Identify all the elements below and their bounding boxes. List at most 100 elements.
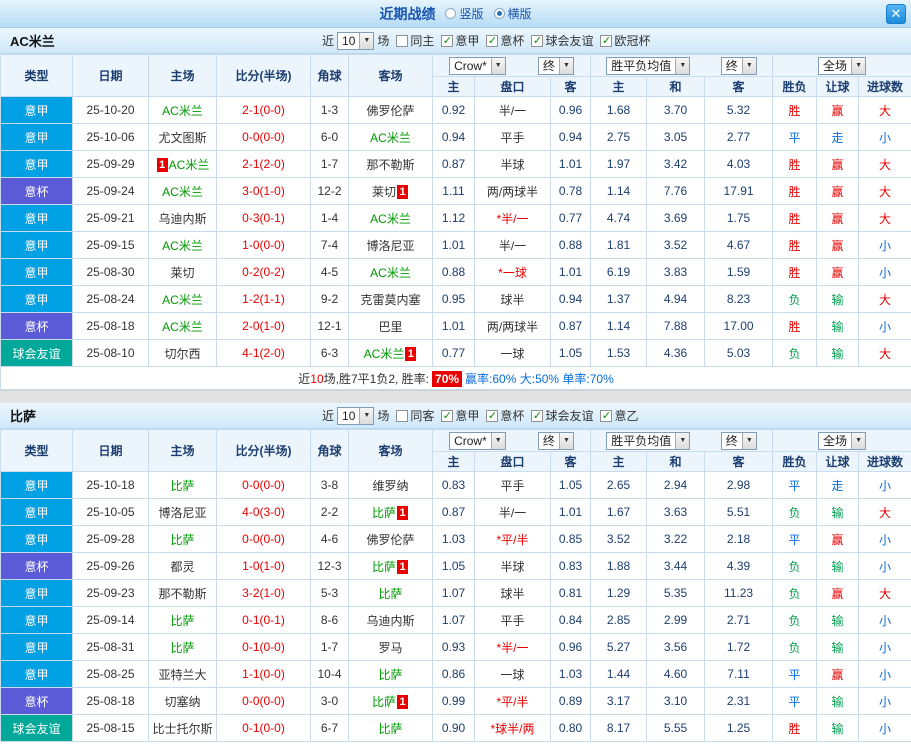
team-header-bar: AC米兰近 10 ▼ 场同主 ✓ 意甲 ✓ 意杯 ✓ 球会友谊 ✓ 欧冠杯 (0, 28, 911, 54)
league-filter-checkbox[interactable]: ✓ 欧冠杯 (600, 32, 650, 49)
league-type: 意杯 (0, 687, 73, 715)
checkbox-checked-icon[interactable]: ✓ (486, 409, 499, 422)
same-venue-checkbox[interactable]: 同主 (396, 32, 434, 49)
match-count-select[interactable]: 10 ▼ (337, 31, 375, 50)
avg-away-odds: 17.91 (704, 177, 774, 205)
handicap-result: 输 (816, 498, 860, 526)
radio-vertical-layout[interactable]: 竖版 (445, 5, 484, 22)
goals-result: 大 (858, 498, 911, 526)
header-select[interactable]: Crow* ▼ (449, 56, 506, 75)
select-group-inner: Crow* ▼ 终 ▼ (434, 431, 590, 450)
header-select[interactable]: 胜平负均值 ▼ (606, 431, 691, 450)
select-value: 全场 (823, 59, 848, 73)
league-filter-checkbox[interactable]: ✓ 球会友谊 (531, 32, 593, 49)
column-header: 进球数 (858, 451, 911, 472)
corner-score: 1-4 (310, 204, 349, 232)
crow-away-odds: 1.05 (549, 471, 592, 499)
same-venue-checkbox[interactable]: 同客 (396, 407, 434, 424)
table-row: 意杯 25-08-18 切塞纳 0-0(0-0) 3-0 比萨 1 0.99 *平/半 0.89 3… (0, 687, 911, 715)
win-loss-result: 胜 (772, 714, 818, 742)
away-team: 罗马 (348, 633, 433, 661)
column-header: 主 (432, 451, 475, 472)
team-name: 比萨 (10, 409, 37, 424)
checkbox-checked-icon[interactable]: ✓ (486, 34, 499, 47)
avg-away-odds: 1.25 (704, 714, 774, 742)
column-header: 胜负 (772, 76, 818, 97)
away-team: 博洛尼亚 (348, 231, 433, 259)
checkbox-checked-icon[interactable]: ✓ (441, 34, 454, 47)
header-select[interactable]: 终 ▼ (720, 431, 757, 450)
header-select[interactable]: 胜平负均值 ▼ (606, 56, 691, 75)
header-select[interactable]: Crow* ▼ (449, 431, 506, 450)
column-header: 客 (704, 76, 774, 97)
league-filter-checkbox[interactable]: ✓ 意杯 (486, 32, 524, 49)
header-select[interactable]: 终 ▼ (720, 56, 757, 75)
radio-unselected-icon[interactable] (445, 8, 457, 19)
checkbox-checked-icon[interactable]: ✓ (531, 34, 544, 47)
league-filter-checkbox[interactable]: ✓ 球会友谊 (531, 407, 593, 424)
select-value: 10 (342, 408, 356, 423)
table-row: 意杯 25-09-24 AC米兰 3-0(1-0) 12-2 莱切 1 1.11 两/两球半 0.… (0, 177, 911, 205)
match-score: 1-2(1-1) (216, 285, 311, 313)
header-select[interactable]: 全场 ▼ (818, 56, 867, 75)
column-header: 主 (432, 76, 475, 97)
checkbox-unchecked-icon[interactable] (396, 409, 409, 422)
header-select[interactable]: 终 ▼ (537, 431, 574, 450)
league-type: 意甲 (0, 579, 73, 607)
table-row: 意甲 25-09-29 1 AC米兰 2-1(2-0) 1-7 那不勒斯 0.87 半球 1.01… (0, 150, 911, 178)
team-label: AC米兰 (162, 319, 203, 334)
radio-horizontal-layout[interactable]: 横版 (493, 5, 532, 22)
avg-draw-odds: 3.44 (646, 552, 706, 580)
corner-score: 2-2 (310, 498, 349, 526)
league-filter-checkbox[interactable]: ✓ 意甲 (441, 32, 479, 49)
rank-badge: 1 (405, 346, 417, 361)
crow-home-odds: 0.90 (432, 714, 475, 742)
home-team: 切塞纳 (148, 687, 217, 715)
match-score: 1-0(1-0) (216, 552, 311, 580)
match-score: 2-1(0-0) (216, 96, 311, 124)
header-select[interactable]: 终 ▼ (537, 56, 574, 75)
match-count-select[interactable]: 10 ▼ (337, 406, 375, 425)
team-label: 比萨 (170, 640, 195, 655)
team-label: 那不勒斯 (366, 157, 415, 172)
header-select[interactable]: 全场 ▼ (818, 431, 867, 450)
match-date: 25-08-25 (72, 660, 149, 688)
home-team: 比萨 (148, 606, 217, 634)
league-filter-checkbox[interactable]: ✓ 意杯 (486, 407, 524, 424)
match-date: 25-10-20 (72, 96, 149, 124)
avg-away-odds: 2.77 (704, 123, 774, 151)
handicap-result: 输 (816, 339, 860, 367)
handicap-line: 平手 (474, 123, 551, 151)
page-title: 近期战绩 (379, 5, 436, 22)
league-type: 意甲 (0, 204, 73, 232)
league-filter-checkbox[interactable]: ✓ 意甲 (441, 407, 479, 424)
checkbox-label: 意杯 (500, 34, 525, 48)
radio-selected-icon[interactable] (493, 8, 505, 19)
crow-home-odds: 0.92 (432, 96, 475, 124)
avg-away-odds: 1.75 (704, 204, 774, 232)
match-date: 25-09-23 (72, 579, 149, 607)
avg-away-odds: 2.71 (704, 606, 774, 634)
home-team: 比萨 (148, 633, 217, 661)
team-section: 比萨近 10 ▼ 场同客 ✓ 意甲 ✓ 意杯 ✓ 球会友谊 ✓ 意乙 类型 日期 主场 比分(半场) 角球 客场 C… (0, 403, 911, 742)
checkbox-unchecked-icon[interactable] (396, 34, 409, 47)
checkbox-checked-icon[interactable]: ✓ (531, 409, 544, 422)
handicap-result: 赢 (816, 525, 860, 553)
select-group: 全场 ▼ (772, 54, 911, 77)
checkbox-checked-icon[interactable]: ✓ (441, 409, 454, 422)
checkbox-checked-icon[interactable]: ✓ (600, 409, 613, 422)
team-label: 比萨 (371, 559, 396, 574)
win-loss-result: 胜 (772, 150, 818, 178)
checkbox-checked-icon[interactable]: ✓ (600, 34, 613, 47)
win-loss-result: 胜 (772, 96, 818, 124)
avg-away-odds: 1.72 (704, 633, 774, 661)
league-filter-checkbox[interactable]: ✓ 意乙 (600, 407, 638, 424)
corner-score: 12-2 (310, 177, 349, 205)
home-team: 那不勒斯 (148, 579, 217, 607)
close-button[interactable]: ✕ (886, 4, 906, 24)
win-loss-result: 胜 (772, 231, 818, 259)
team-label: 比萨 (378, 721, 403, 736)
match-date: 25-08-18 (72, 312, 149, 340)
handicap-line: 一球 (474, 339, 551, 367)
league-type: 意甲 (0, 285, 73, 313)
